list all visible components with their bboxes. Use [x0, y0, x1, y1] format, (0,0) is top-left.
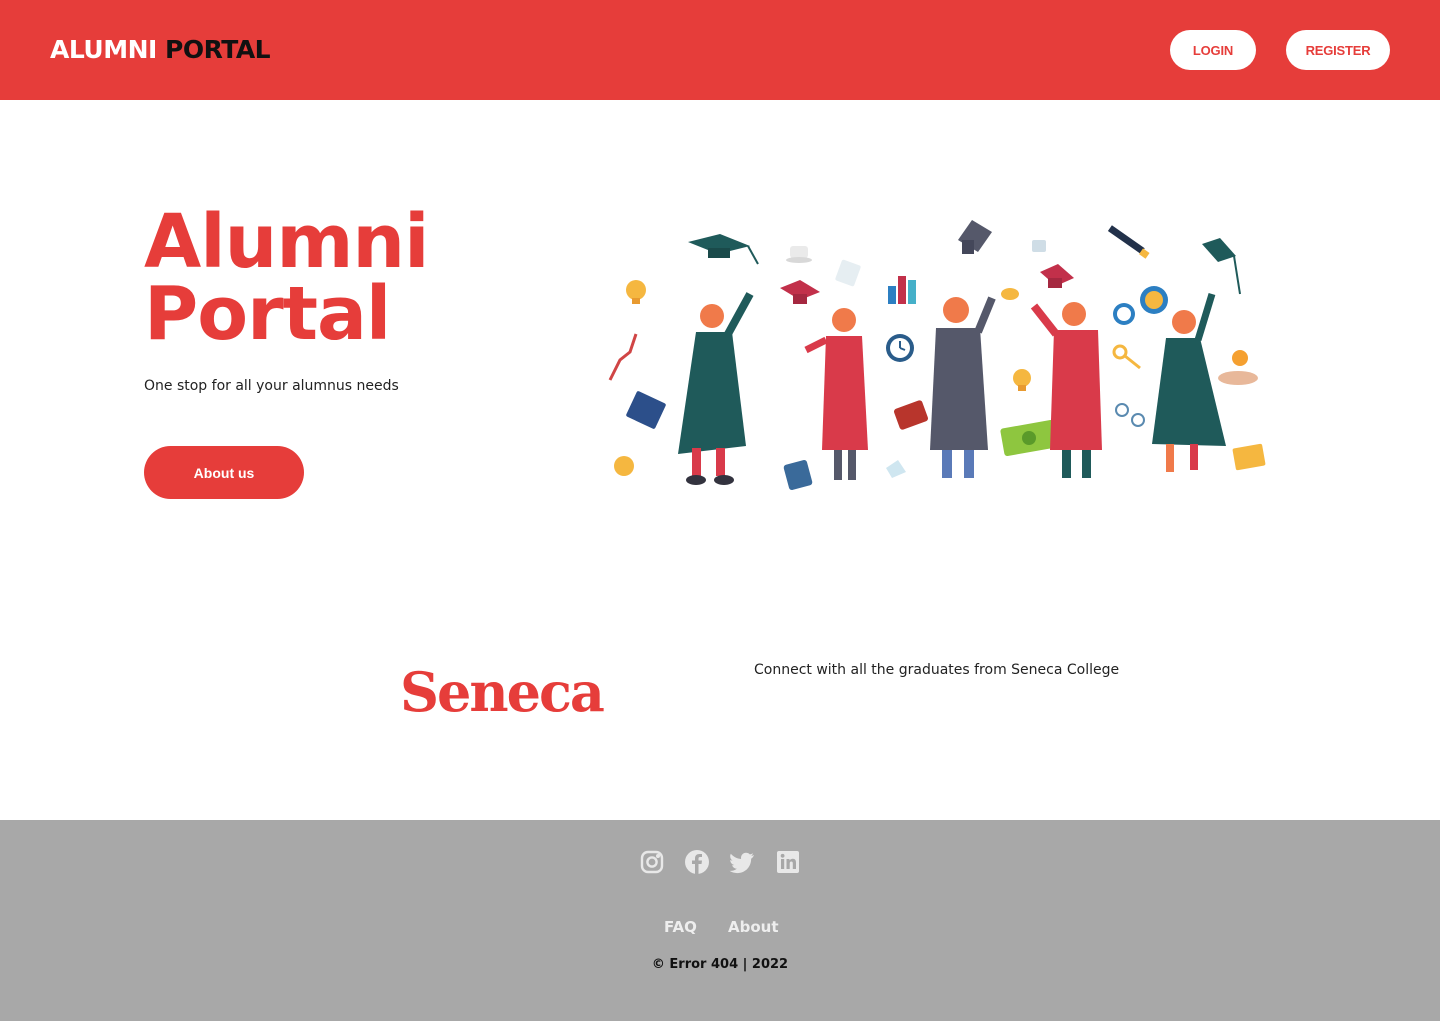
- graduation-cap-icon: [1202, 238, 1241, 295]
- lightbulb-icon: [626, 280, 646, 304]
- book-stack-icon: [1232, 443, 1266, 471]
- graduation-cap-icon: [958, 220, 992, 254]
- briefcase-icon: [893, 400, 929, 430]
- badge-50-icon: [1140, 286, 1168, 314]
- brand-logo[interactable]: ALUMNI PORTAL: [50, 34, 271, 66]
- graduate-figure: [678, 292, 754, 485]
- footer-link-about[interactable]: About: [728, 918, 779, 936]
- brand-word-alumni: ALUMNI: [50, 35, 157, 64]
- footer: FAQ About © Error 404 | 2022: [0, 820, 1440, 1021]
- plant-in-hand-icon: [1218, 350, 1258, 385]
- graduate-figure: [804, 308, 868, 480]
- graduate-figure: [1030, 302, 1102, 478]
- seneca-logo: Seneca: [400, 660, 605, 724]
- about-us-button[interactable]: About us: [144, 446, 304, 499]
- footer-link-faq[interactable]: FAQ: [664, 918, 697, 936]
- book-icon: [626, 391, 666, 429]
- graduate-figure: [1152, 292, 1226, 472]
- graduates-illustration: [600, 210, 1280, 500]
- graduation-cap-icon: [688, 234, 759, 265]
- top-navbar: ALUMNI PORTAL LOGIN REGISTER: [0, 0, 1440, 100]
- hero-title-line-1: Alumni: [144, 199, 429, 285]
- facebook-icon[interactable]: [684, 849, 710, 875]
- connect-description: Connect with all the graduates from Sene…: [754, 662, 1120, 678]
- coin-icon: [614, 456, 634, 476]
- money-stack-icon: [1000, 419, 1058, 457]
- key-icon: [1112, 344, 1141, 370]
- instagram-icon[interactable]: [639, 849, 665, 875]
- brand-word-portal: PORTAL: [165, 35, 271, 64]
- graduate-figure: [930, 296, 996, 478]
- hero-title: Alumni Portal: [144, 199, 429, 357]
- twitter-icon[interactable]: [729, 849, 755, 875]
- login-button[interactable]: LOGIN: [1170, 30, 1256, 70]
- graduation-cap-icon: [780, 280, 820, 304]
- linkedin-icon[interactable]: [775, 849, 801, 875]
- register-button[interactable]: REGISTER: [1286, 30, 1390, 70]
- calculator-icon: [783, 460, 813, 490]
- badge-30-icon: [1113, 303, 1135, 325]
- copyright-text: © Error 404 | 2022: [651, 957, 789, 972]
- padlock-icon: [1032, 240, 1046, 252]
- lightbulb-icon: [1013, 369, 1031, 391]
- coffee-cup-icon: [786, 246, 812, 263]
- diamond-icon: [886, 460, 906, 478]
- hero-subtitle: One stop for all your alumnus needs: [144, 378, 399, 394]
- pencil-icon: [1107, 225, 1150, 259]
- hero-title-line-2: Portal: [144, 271, 391, 357]
- glasses-icon: [1115, 403, 1145, 427]
- graduation-cap-icon: [1040, 264, 1074, 288]
- notepad-icon: [835, 259, 861, 287]
- coin-stack-icon: [1001, 288, 1019, 300]
- clock-icon: [886, 334, 914, 362]
- bar-chart-icon: [888, 276, 916, 304]
- line-chart-icon: [608, 333, 638, 381]
